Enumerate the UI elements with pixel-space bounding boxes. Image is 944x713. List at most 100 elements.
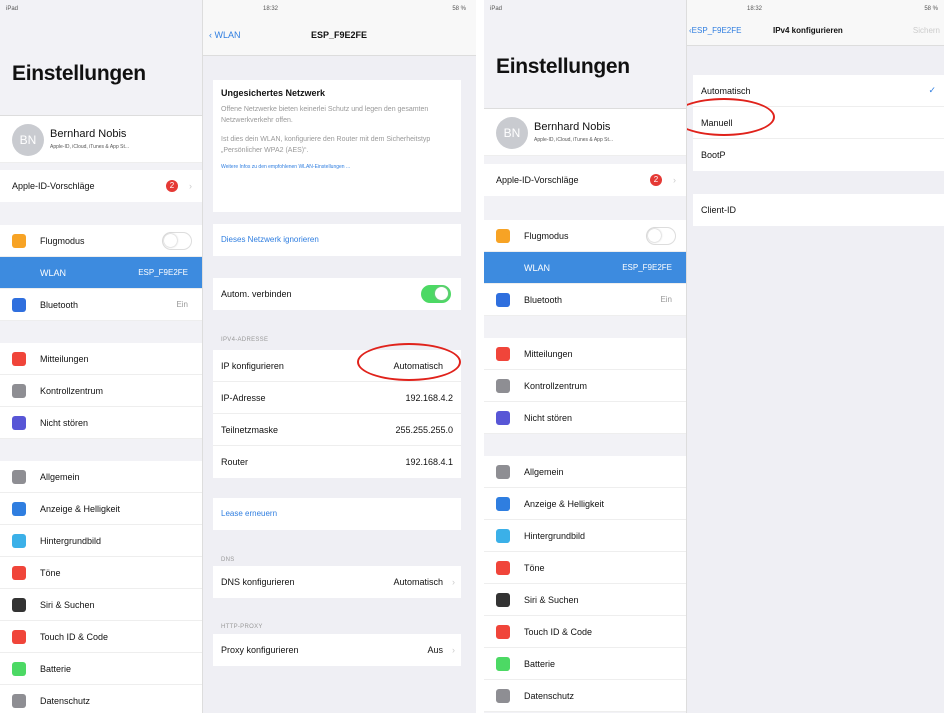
sidebar-item[interactable]: Nicht stören	[484, 402, 686, 434]
sidebar-item[interactable]: Datenschutz	[0, 685, 202, 713]
sidebar-item[interactable]: Touch ID & Code	[484, 616, 686, 648]
sidebar-item[interactable]: Flugmodus	[484, 220, 686, 252]
sidebar-item[interactable]: Nicht stören	[0, 407, 202, 439]
status-ipad: iPad	[6, 6, 19, 12]
sidebar-item[interactable]: Bluetooth Ein	[0, 289, 202, 321]
option-label: BootP	[701, 150, 726, 160]
save-button[interactable]: Sichern	[913, 26, 940, 35]
proxy-row[interactable]: Proxy konfigurieren Aus ›	[213, 634, 461, 666]
warning-title: Ungesichertes Netzwerk	[221, 88, 326, 98]
highlight-ellipse	[357, 343, 461, 381]
sidebar-item-label: Nicht stören	[524, 412, 573, 423]
sidebar-item[interactable]: Siri & Suchen	[484, 584, 686, 616]
proxy-value: Aus	[427, 645, 443, 655]
sidebar-item[interactable]: Touch ID & Code	[0, 621, 202, 653]
airplane-mode-toggle[interactable]	[646, 227, 676, 245]
subnet-value: 255.255.255.0	[395, 424, 453, 435]
status-battery: 58 %	[452, 6, 466, 12]
sidebar-item[interactable]: Kontrollzentrum	[0, 375, 202, 407]
sidebar-item-label: Touch ID & Code	[40, 631, 109, 642]
ignore-network-link[interactable]: Dieses Netzwerk ignorieren	[221, 235, 319, 244]
auto-join-toggle[interactable]	[421, 285, 451, 303]
sidebar-item[interactable]: Batterie	[484, 648, 686, 680]
sidebar-item[interactable]: Hintergrundbild	[484, 520, 686, 552]
sidebar-item[interactable]: Mitteilungen	[484, 338, 686, 370]
fingerprint-icon	[12, 630, 26, 644]
sidebar-item-label: Siri & Suchen	[40, 599, 95, 610]
lease-renew-link[interactable]: Lease erneuern	[221, 509, 277, 518]
chevron-right-icon: ›	[189, 181, 192, 191]
wallpaper-icon	[496, 529, 510, 543]
moon-icon	[12, 416, 26, 430]
profile-card[interactable]: BN Bernhard Nobis Apple-ID, iCloud, iTun…	[0, 115, 202, 163]
sidebar-item[interactable]: Töne	[0, 557, 202, 589]
auto-join-label: Autom. verbinden	[221, 289, 292, 299]
sidebar-item[interactable]: Siri & Suchen	[0, 589, 202, 621]
sidebar-item-label: Mitteilungen	[40, 353, 89, 364]
suggestions-label: Apple-ID-Vorschläge	[496, 175, 579, 185]
left-detail: 18:32 58 % ‹ WLAN ESP_F9E2FE Ungesichert…	[203, 0, 476, 713]
client-id-row[interactable]: Client-ID	[693, 194, 944, 226]
warning-text-2: Ist dies dein WLAN, konfiguriere den Rou…	[221, 136, 431, 154]
suggestions-row[interactable]: Apple-ID-Vorschläge 2 ›	[0, 170, 202, 202]
sidebar-item[interactable]: Batterie	[0, 653, 202, 685]
screenshot-gap	[476, 0, 484, 713]
sidebar-item[interactable]: Anzeige & Helligkeit	[484, 488, 686, 520]
sidebar-item-label: Töne	[524, 562, 545, 573]
profile-subtitle: Apple-ID, iCloud, iTunes & App St...	[534, 137, 614, 143]
sidebar-item-label: Mitteilungen	[524, 348, 573, 359]
right-sidebar: iPad Einstellungen BN Bernhard Nobis App…	[484, 0, 687, 713]
sidebar-item[interactable]: WLAN ESP_F9E2FE	[0, 257, 202, 289]
display-icon	[12, 502, 26, 516]
sidebar-item-label: Allgemein	[40, 471, 80, 482]
sidebar-item[interactable]: Mitteilungen	[0, 343, 202, 375]
status-ipad: iPad	[490, 6, 503, 12]
sidebar-item[interactable]: WLAN ESP_F9E2FE	[484, 252, 686, 284]
sidebar-item[interactable]: Kontrollzentrum	[484, 370, 686, 402]
battery-icon	[12, 662, 26, 676]
sidebar-item-value: Ein	[660, 295, 672, 304]
hand-icon	[12, 694, 26, 708]
router-value: 192.168.4.1	[405, 457, 453, 467]
airplane-icon	[496, 229, 510, 243]
auto-join-row: Autom. verbinden	[213, 278, 461, 310]
dns-row[interactable]: DNS konfigurieren Automatisch ›	[213, 566, 461, 598]
profile-card[interactable]: BN Bernhard Nobis Apple-ID, iCloud, iTun…	[484, 108, 686, 156]
sidebar-item[interactable]: Allgemein	[0, 461, 202, 493]
sidebar-item-label: Töne	[40, 567, 61, 578]
more-info-link[interactable]: Weitere Infos zu den empfohlenen WLAN-Ei…	[221, 164, 453, 170]
client-id-label: Client-ID	[701, 205, 737, 215]
sidebar-item-label: Allgemein	[524, 466, 564, 477]
nav-bar: 18:32 58 % ‹ WLAN ESP_F9E2FE	[203, 0, 476, 56]
chevron-right-icon: ›	[452, 577, 455, 587]
lease-row[interactable]: Lease erneuern	[213, 498, 461, 530]
back-button[interactable]: ‹ESP_F9E2FE	[689, 26, 741, 35]
profile-name: Bernhard Nobis	[534, 121, 611, 133]
sidebar-title: Einstellungen	[12, 62, 146, 85]
chevron-right-icon: ›	[452, 645, 455, 655]
suggestions-row[interactable]: Apple-ID-Vorschläge 2 ›	[484, 164, 686, 196]
sidebar-item[interactable]: Töne	[484, 552, 686, 584]
nav-bar: 18:32 58 % ‹ESP_F9E2FE IPv4 konfiguriere…	[687, 0, 944, 46]
sidebar-item[interactable]: Datenschutz	[484, 680, 686, 712]
profile-name: Bernhard Nobis	[50, 128, 127, 140]
sidebar-item-label: Anzeige & Helligkeit	[524, 498, 605, 509]
sidebar-item[interactable]: Anzeige & Helligkeit	[0, 493, 202, 525]
dns-header: DNS	[221, 557, 235, 563]
option-bootp[interactable]: BootP	[693, 139, 944, 171]
sidebar-item-label: WLAN	[524, 262, 551, 273]
siri-icon	[12, 598, 26, 612]
back-button[interactable]: ‹ WLAN	[209, 30, 241, 40]
left-sidebar: iPad Einstellungen BN Bernhard Nobis App…	[0, 0, 203, 713]
sidebar-item[interactable]: Hintergrundbild	[0, 525, 202, 557]
sidebar-item[interactable]: Bluetooth Ein	[484, 284, 686, 316]
airplane-mode-toggle[interactable]	[162, 232, 192, 250]
sidebar-item[interactable]: Flugmodus	[0, 225, 202, 257]
sidebar-item-label: Flugmodus	[40, 235, 85, 246]
bluetooth-icon	[12, 298, 26, 312]
sidebar-item-label: Siri & Suchen	[524, 594, 579, 605]
ignore-network-row[interactable]: Dieses Netzwerk ignorieren	[213, 224, 461, 256]
chevron-right-icon: ›	[673, 175, 676, 185]
warning-text-1: Offene Netzwerke bieten keinerlei Schutz…	[221, 106, 429, 124]
sidebar-item[interactable]: Allgemein	[484, 456, 686, 488]
